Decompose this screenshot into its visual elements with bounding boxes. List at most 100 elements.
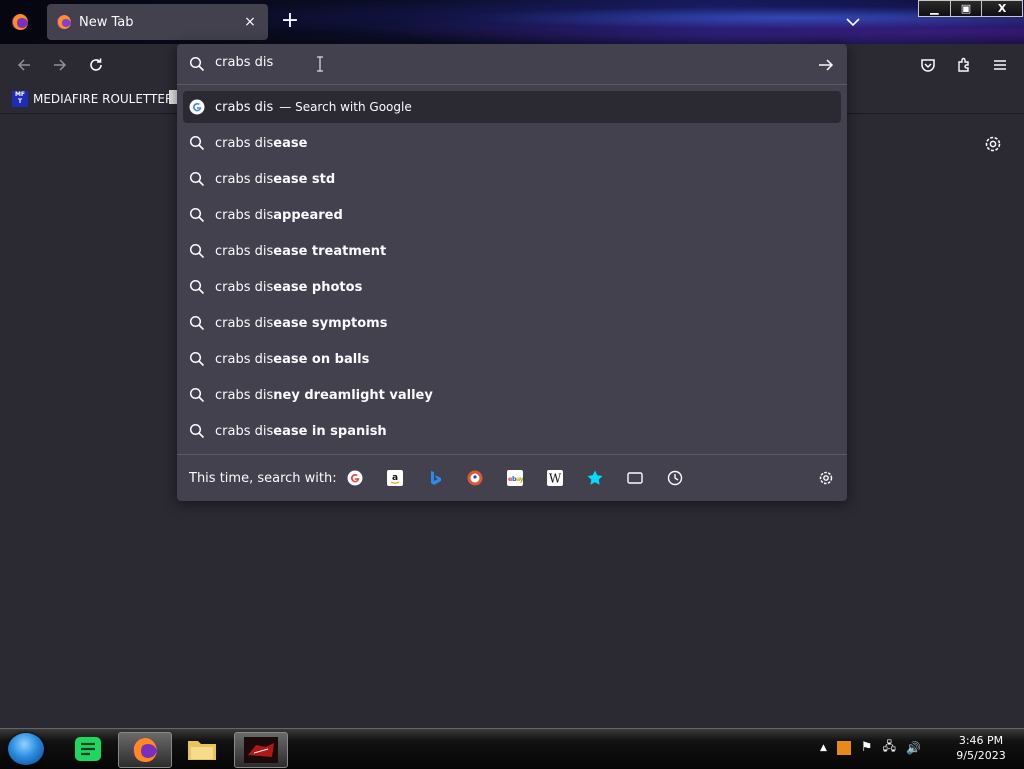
suggestion-row[interactable]: crabs disease treatment bbox=[183, 233, 841, 269]
minimize-button[interactable]: ▁ bbox=[918, 0, 951, 17]
list-all-tabs-icon[interactable] bbox=[842, 12, 864, 32]
suggestion-completion: ease bbox=[273, 135, 308, 151]
engine-wikipedia-button[interactable]: W bbox=[545, 468, 565, 488]
bing-icon bbox=[431, 471, 441, 485]
suggestion-completion: ease photos bbox=[273, 279, 363, 295]
svg-text:y: y bbox=[520, 475, 524, 483]
suggestion-completion: ease std bbox=[273, 171, 336, 187]
new-tab-button[interactable]: + bbox=[279, 10, 301, 34]
suggestion-typed: crabs dis bbox=[215, 207, 274, 223]
firefox-icon bbox=[133, 738, 157, 762]
folder-icon bbox=[188, 741, 216, 760]
search-icon bbox=[189, 279, 205, 295]
taskbar: ▲ ⚑ 🖧 🔊 3:46 PM 9/5/2023 bbox=[0, 728, 1024, 769]
action-center-flag-icon[interactable]: ⚑ bbox=[861, 740, 873, 755]
urlbar[interactable]: crabs dis bbox=[177, 44, 847, 85]
bookmark-item[interactable]: MF T MEDIAFIRE ROULETTER bbox=[12, 90, 173, 108]
suggestion-row[interactable]: crabs disease std bbox=[183, 161, 841, 197]
google-icon bbox=[347, 470, 363, 486]
start-button[interactable] bbox=[8, 733, 44, 765]
search-bookmarks-button[interactable] bbox=[585, 468, 605, 488]
volume-icon[interactable]: 🔊 bbox=[906, 741, 921, 755]
show-hidden-icons-icon[interactable]: ▲ bbox=[820, 743, 827, 753]
suggestion-row[interactable]: crabs disease in spanish bbox=[183, 413, 841, 449]
suggestion-text: crabs disease in spanish bbox=[215, 424, 387, 439]
heuristic-result-row[interactable]: crabs dis — Search with Google bbox=[183, 91, 841, 123]
close-window-button[interactable]: X bbox=[981, 0, 1023, 17]
suggestion-text: crabs disappeared bbox=[215, 208, 343, 223]
game-thumbnail-icon bbox=[244, 737, 278, 763]
suggestion-row[interactable]: crabs disease symptoms bbox=[183, 305, 841, 341]
search-tabs-button[interactable] bbox=[625, 468, 645, 488]
taskbar-file-explorer[interactable] bbox=[176, 732, 228, 766]
suggestion-row[interactable]: crabs disease on balls bbox=[183, 341, 841, 377]
urlbar-input[interactable]: crabs dis bbox=[215, 55, 273, 70]
heuristic-query: crabs dis bbox=[215, 99, 274, 115]
tab-close-button[interactable]: × bbox=[238, 10, 262, 34]
extensions-button[interactable] bbox=[952, 54, 976, 76]
suggestion-completion: ease treatment bbox=[273, 243, 387, 259]
suggestion-row[interactable]: crabs disappeared bbox=[183, 197, 841, 233]
search-history-button[interactable] bbox=[665, 468, 685, 488]
engine-bing-button[interactable] bbox=[425, 468, 445, 488]
tab-new-tab[interactable]: New Tab × bbox=[47, 4, 268, 40]
engine-duckduckgo-button[interactable] bbox=[465, 468, 485, 488]
bookmark-item-partial[interactable] bbox=[169, 90, 177, 104]
one-off-label: This time, search with: bbox=[189, 471, 337, 486]
ebay-icon: e b a y bbox=[507, 470, 523, 486]
suggestion-text: crabs disease photos bbox=[215, 280, 362, 295]
search-icon bbox=[189, 243, 205, 259]
google-icon bbox=[189, 99, 205, 115]
text-cursor-icon bbox=[317, 56, 323, 72]
search-icon bbox=[189, 387, 205, 403]
suggestion-text: crabs disease bbox=[215, 136, 307, 151]
pocket-button[interactable] bbox=[916, 54, 940, 76]
tabs-icon bbox=[627, 472, 643, 484]
go-arrow-icon[interactable] bbox=[817, 56, 835, 74]
taskbar-firefox-app[interactable] bbox=[118, 732, 172, 768]
suggestion-row[interactable]: crabs disney dreamlight valley bbox=[183, 377, 841, 413]
search-icon bbox=[189, 423, 205, 439]
suggestion-row[interactable]: crabs disease bbox=[183, 125, 841, 161]
back-arrow-icon bbox=[17, 59, 30, 71]
forward-button[interactable] bbox=[48, 54, 72, 76]
suggestion-typed: crabs dis bbox=[215, 423, 274, 439]
taskbar-notes-app[interactable] bbox=[62, 732, 114, 766]
suggestion-typed: crabs dis bbox=[215, 351, 274, 367]
suggestion-completion: appeared bbox=[273, 207, 343, 223]
search-icon bbox=[189, 315, 205, 331]
suggestion-row[interactable]: crabs disease photos bbox=[183, 269, 841, 305]
suggestion-text: crabs disease on balls bbox=[215, 352, 369, 367]
svg-text:a: a bbox=[392, 473, 398, 483]
tray-app-icon[interactable] bbox=[836, 740, 851, 755]
suggestion-text: crabs disease std bbox=[215, 172, 335, 187]
tab-title: New Tab bbox=[79, 14, 134, 30]
suggestion-completion: ease on balls bbox=[273, 351, 370, 367]
firefox-menu-icon[interactable] bbox=[10, 12, 30, 32]
suggestion-typed: crabs dis bbox=[215, 279, 274, 295]
reload-button[interactable] bbox=[84, 54, 108, 76]
reload-icon bbox=[90, 58, 102, 71]
search-settings-gear-icon[interactable] bbox=[817, 469, 835, 487]
urlbar-popup: crabs dis crabs dis — Search with Google… bbox=[177, 44, 847, 501]
wikipedia-icon: W bbox=[547, 470, 563, 486]
engine-ebay-button[interactable]: e b a y bbox=[505, 468, 525, 488]
taskbar-clock[interactable]: 3:46 PM 9/5/2023 bbox=[950, 733, 1012, 763]
taskbar-game-app[interactable] bbox=[234, 732, 288, 768]
forward-arrow-icon bbox=[54, 59, 67, 71]
suggestion-typed: crabs dis bbox=[215, 171, 274, 187]
app-menu-button[interactable] bbox=[988, 54, 1012, 76]
suggestion-typed: crabs dis bbox=[215, 387, 274, 403]
back-button[interactable] bbox=[12, 54, 36, 76]
maximize-button[interactable]: ▣ bbox=[949, 0, 983, 17]
clock-date: 9/5/2023 bbox=[956, 749, 1006, 762]
amazon-icon: a bbox=[387, 470, 403, 486]
network-icon[interactable]: 🖧 bbox=[883, 737, 896, 758]
one-off-search-bar: This time, search with: a e b a y W bbox=[177, 454, 847, 502]
bookmarks-star-icon bbox=[587, 470, 603, 485]
title-bar: New Tab × + ▁ ▣ X bbox=[0, 0, 1024, 44]
system-tray: ▲ ⚑ 🖧 🔊 bbox=[820, 737, 931, 758]
engine-amazon-button[interactable]: a bbox=[385, 468, 405, 488]
newtab-settings-gear-icon[interactable] bbox=[982, 133, 1004, 155]
engine-google-button[interactable] bbox=[345, 468, 365, 488]
